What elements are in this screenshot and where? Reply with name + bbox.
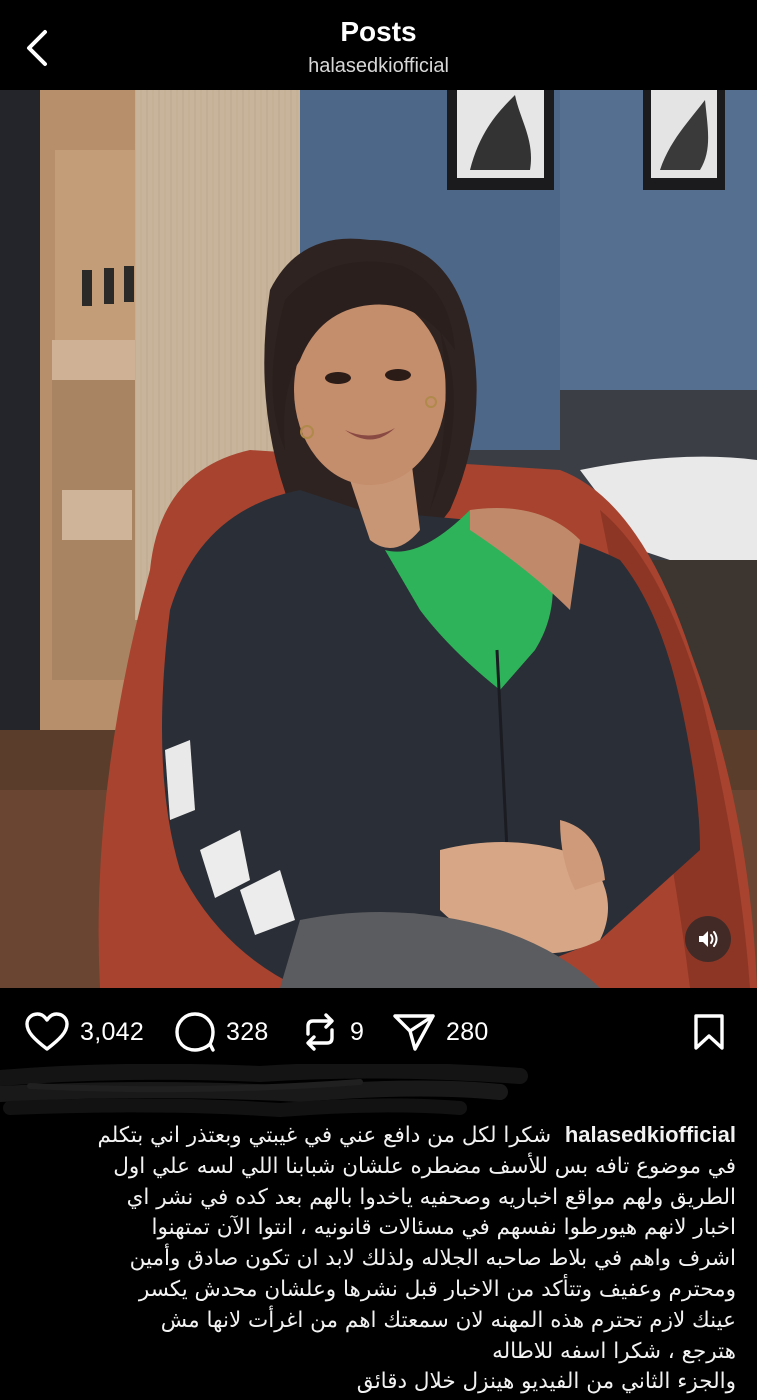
redacted-scribble <box>0 1064 528 1118</box>
header-username[interactable]: halasedkiofficial <box>0 55 757 78</box>
comment-count: 328 <box>226 1017 269 1046</box>
page-title: Posts <box>340 16 417 47</box>
caption-line-7: عينك لازم تحترم هذه المهنه لان سمعتك اهم… <box>160 1307 736 1333</box>
action-bar: 3,042 328 9 280 <box>0 1000 757 1064</box>
sound-toggle-button[interactable] <box>685 916 731 962</box>
like-button[interactable]: 3,042 <box>24 1012 144 1052</box>
caption-line-9: والجزء الثاني من الفيديو هينزل خلال دقائ… <box>356 1369 736 1395</box>
bookmark-icon <box>694 1014 724 1050</box>
caption-line-4: اخبار لانهم هيورطوا نفسهم في مسئالات قان… <box>151 1215 736 1241</box>
heart-icon <box>25 1012 69 1051</box>
post-video[interactable] <box>0 90 757 988</box>
caption-line-2: في موضوع تافه بس للأسف مضطره علشان شبابن… <box>113 1153 736 1179</box>
like-count: 3,042 <box>80 1017 145 1046</box>
repost-button[interactable]: 9 <box>300 1012 364 1052</box>
top-bar: Posts halasedkiofficial <box>0 0 757 90</box>
comment-button[interactable]: 328 <box>174 1012 269 1052</box>
caption-line-8: هترجع ، شكرا اسفه للاطاله <box>492 1338 736 1364</box>
paper-plane-icon <box>393 1014 435 1051</box>
comment-bubble-icon <box>175 1012 215 1052</box>
post-caption: halasedkiofficial شكرا لكل من دافع عني ف… <box>24 1120 736 1398</box>
caption-username[interactable]: halasedkiofficial <box>565 1122 736 1147</box>
repost-icon <box>306 1013 334 1051</box>
save-button[interactable] <box>689 1012 729 1052</box>
share-count: 280 <box>446 1017 489 1046</box>
caption-line-1: halasedkiofficial شكرا لكل من دافع عني ف… <box>97 1122 736 1148</box>
video-frame-illustration <box>0 90 757 988</box>
share-button[interactable]: 280 <box>392 1012 489 1052</box>
caption-line-3: الطريق ولهم مواقع اخباريه وصحفيه ياخدوا … <box>126 1184 736 1210</box>
speaker-icon <box>699 931 718 947</box>
caption-line-5: اشرف واهم في بلاط صاحبه الجلاله ولذلك لا… <box>129 1246 736 1272</box>
repost-count: 9 <box>350 1017 365 1046</box>
caption-line-6: ومحترم وعفيف وتتأكد من الاخبار قبل نشرها… <box>138 1276 736 1302</box>
